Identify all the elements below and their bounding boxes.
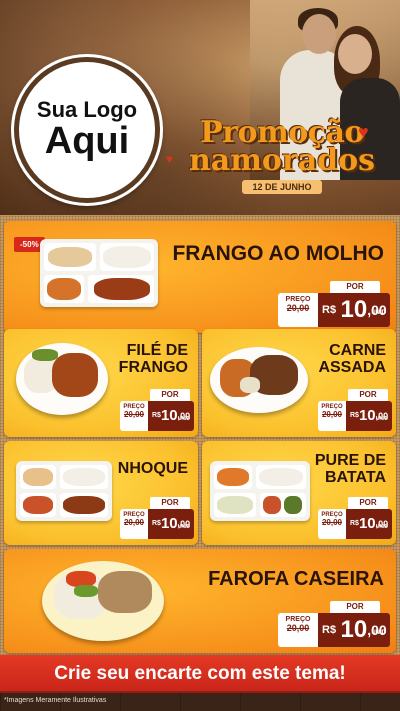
item-name: CARNE ASSADA	[318, 342, 386, 376]
offer-card-carne-assada: CARNE ASSADA POR PREÇO 20,00 R$10,00 UNI…	[202, 329, 396, 437]
price-tag: POR PREÇO 20,00 R$10,00 UNID	[318, 389, 392, 431]
offer-card-file-de-frango: FILÉ DE FRANGO POR PREÇO 20,00 R$10,00 U…	[4, 329, 198, 437]
offer-card-farofa-caseira: FAROFA CASEIRA POR PREÇO 20,00 R$ 10,00 …	[4, 549, 396, 653]
unit-label: UNID	[177, 416, 190, 422]
price-value: 10	[358, 515, 376, 532]
heart-icon: ♥	[166, 152, 174, 166]
logo-text-line1: Sua Logo	[36, 96, 138, 122]
food-tray-image	[16, 461, 112, 521]
unit-label: UNID	[375, 416, 388, 422]
price-value: 10	[340, 616, 368, 643]
item-name: FAROFA CASEIRA	[208, 568, 384, 590]
price-tag: POR PREÇO 20,00 R$10,00 UNID	[318, 497, 392, 539]
offer-card-nhoque: NHOQUE POR PREÇO 20,00 R$10,00 UNID	[4, 441, 198, 545]
item-name: PURE DE BATATA	[314, 452, 386, 486]
footer-wood: *Imagens Meramente Ilustrativas	[0, 693, 400, 711]
price-tag: POR PREÇO 20,00 R$10,00 UNID	[120, 497, 194, 539]
currency-symbol: R$	[152, 412, 161, 419]
old-price: 20,00	[321, 518, 343, 527]
food-tray-image	[40, 239, 158, 307]
offer-card-pure-de-batata: PURE DE BATATA POR PREÇO 20,00 R$10,00 U…	[202, 441, 396, 545]
price-por-label: POR	[330, 281, 380, 293]
currency-symbol: R$	[322, 624, 337, 636]
currency-symbol: R$	[152, 520, 161, 527]
currency-symbol: R$	[350, 520, 359, 527]
unit-label: UNID	[371, 310, 386, 316]
price-tag: POR PREÇO 20,00 R$ 10,00 UNID	[278, 601, 390, 647]
food-bowl-image	[42, 561, 164, 641]
unit-label: UNID	[371, 630, 386, 636]
cta-text[interactable]: Crie seu encarte com este tema!	[54, 663, 345, 685]
price-por-label: POR	[348, 497, 388, 509]
price-tag: POR PREÇO 20,00 R$10,00 UNID	[120, 389, 194, 431]
price-por-label: POR	[150, 389, 190, 401]
offers-area: -50% FRANGO AO MOLHO POR PREÇO 20,00 R$ …	[0, 215, 400, 655]
price-por-label: POR	[330, 601, 380, 613]
header-banner: Sua Logo Aqui Promoção namorados ♥ ♥ 12 …	[0, 0, 400, 215]
price-label: PREÇO	[285, 296, 311, 303]
heart-icon: ♥	[358, 122, 369, 142]
item-name: FILÉ DE FRANGO	[118, 342, 188, 376]
old-price: 20,00	[123, 518, 145, 527]
old-price: 20,00	[286, 623, 310, 633]
offer-card-frango-ao-molho: -50% FRANGO AO MOLHO POR PREÇO 20,00 R$ …	[4, 221, 396, 333]
price-tag: POR PREÇO 20,00 R$ 10,00 UNID	[278, 281, 390, 327]
logo-text-line2: Aqui	[44, 120, 130, 163]
promo-word-2: namorados	[188, 143, 376, 178]
price-por-label: POR	[150, 497, 190, 509]
item-name: FRANGO AO MOLHO	[172, 242, 384, 265]
price-value: 10	[358, 407, 376, 424]
promo-title: Promoção namorados ♥ ♥ 12 DE JUNHO	[166, 118, 392, 195]
promo-date: 12 DE JUNHO	[242, 180, 322, 194]
cta-banner[interactable]: Crie seu encarte com este tema!	[0, 655, 400, 693]
item-name: NHOQUE	[117, 460, 188, 477]
food-bowl-image	[16, 343, 108, 415]
price-value: 10	[340, 296, 368, 323]
food-bowl-image	[210, 347, 308, 413]
price-label: PREÇO	[285, 616, 311, 623]
unit-label: UNID	[375, 524, 388, 530]
price-value: 10	[160, 407, 178, 424]
logo-placeholder: Sua Logo Aqui	[14, 57, 160, 203]
old-price: 20,00	[286, 303, 310, 313]
disclaimer-text: *Imagens Meramente Ilustrativas	[4, 697, 107, 704]
currency-symbol: R$	[322, 304, 337, 316]
price-value: 10	[160, 515, 178, 532]
old-price: 20,00	[321, 410, 343, 419]
unit-label: UNID	[177, 524, 190, 530]
old-price: 20,00	[123, 410, 145, 419]
price-por-label: POR	[348, 389, 388, 401]
currency-symbol: R$	[350, 412, 359, 419]
food-tray-image	[210, 461, 310, 521]
